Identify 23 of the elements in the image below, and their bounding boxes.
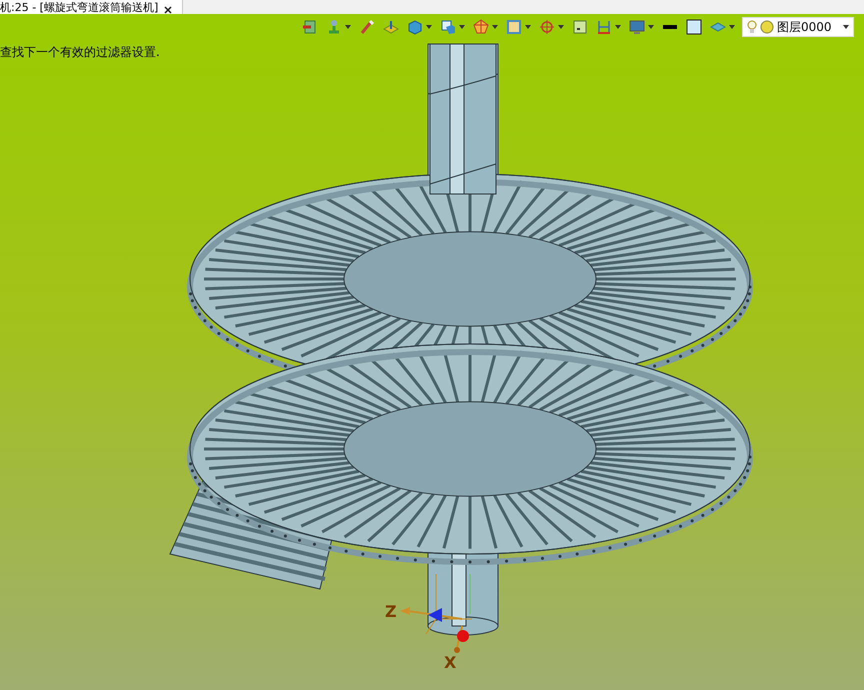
polygon-icon — [473, 19, 489, 35]
layer-name: 图层0000 — [777, 18, 833, 36]
cube-icon — [407, 19, 423, 35]
sun-icon — [760, 20, 774, 34]
toolbar-button[interactable] — [684, 17, 704, 37]
square-icon — [506, 19, 522, 35]
document-tab[interactable]: 机:25 - [螺旋式弯道滚筒输送机] — [0, 0, 184, 14]
axis-label: X — [444, 653, 456, 672]
lightbulb-icon — [747, 20, 757, 34]
brush-icon — [359, 19, 375, 35]
axis-label: Z — [385, 602, 397, 621]
status-message: 查找下一个有效的过滤器设置. — [0, 44, 160, 61]
axis-triad-icon — [400, 574, 472, 653]
dimension-icon — [596, 19, 612, 35]
target-icon — [539, 19, 555, 35]
monitor-icon — [629, 19, 645, 35]
tab-title: 机:25 - [螺旋式弯道滚筒输送机] — [0, 2, 158, 13]
layer-select[interactable]: 图层0000 — [742, 17, 854, 37]
cube-icon — [440, 19, 456, 35]
frame-icon — [572, 19, 588, 35]
square-icon — [686, 19, 702, 35]
exit-icon — [302, 19, 318, 35]
close-icon[interactable] — [164, 6, 172, 14]
